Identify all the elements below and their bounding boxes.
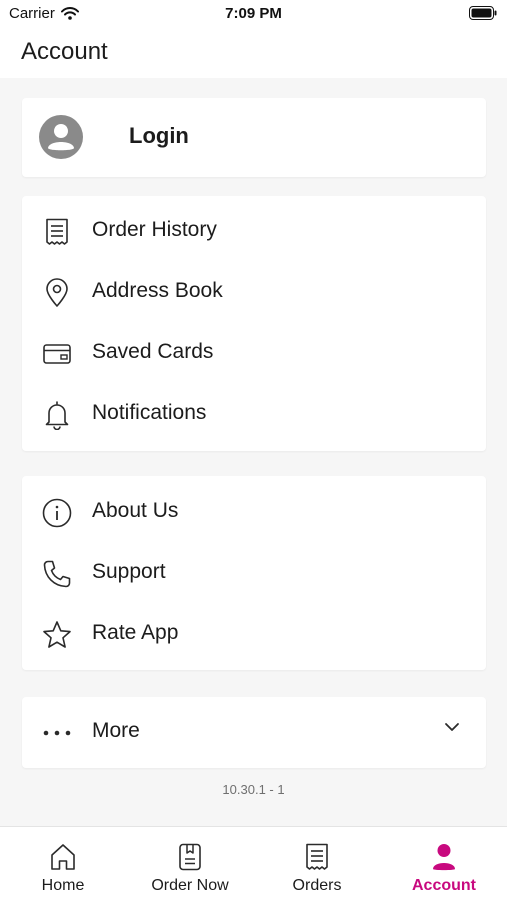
menu-book-icon (179, 843, 201, 871)
more-label: More (92, 719, 140, 742)
header: Account (0, 28, 507, 78)
app-version: 10.30.1 - 1 (222, 782, 285, 797)
info-icon (42, 498, 72, 528)
notifications-item[interactable]: Notifications (22, 390, 486, 440)
page-title: Account (21, 38, 108, 65)
support-item[interactable]: Support (22, 549, 486, 599)
credit-card-icon (42, 339, 72, 369)
more-item[interactable]: More (22, 708, 486, 758)
address-book-item[interactable]: Address Book (22, 268, 486, 318)
order-history-item[interactable]: Order History (22, 207, 486, 257)
tab-bar: Home Order Now Orders Account (0, 826, 507, 900)
saved-cards-label: Saved Cards (92, 340, 214, 363)
rate-app-label: Rate App (92, 621, 179, 644)
ellipsis-icon (42, 718, 72, 748)
support-label: Support (92, 560, 166, 583)
tab-home[interactable]: Home (0, 827, 126, 900)
login-label: Login (129, 123, 189, 148)
tab-orders-label: Orders (292, 877, 342, 894)
clock: 7:09 PM (225, 5, 282, 22)
battery-icon (469, 6, 497, 20)
tab-home-label: Home (41, 877, 85, 894)
receipt-icon (42, 217, 72, 247)
menu-group-info: About Us Support Rate App (22, 476, 486, 670)
login-card[interactable]: Login (22, 98, 486, 177)
receipt-icon (306, 843, 328, 870)
phone-icon (42, 559, 72, 589)
rate-app-item[interactable]: Rate App (22, 610, 486, 660)
home-icon (51, 844, 75, 870)
more-card[interactable]: More (22, 697, 486, 768)
about-us-label: About Us (92, 499, 179, 522)
saved-cards-item[interactable]: Saved Cards (22, 329, 486, 379)
person-icon (433, 844, 455, 871)
chevron-down-icon[interactable] (444, 722, 460, 732)
notifications-label: Notifications (92, 401, 207, 424)
tab-order-now-label: Order Now (151, 877, 229, 894)
menu-group-account: Order History Address Book Saved Cards N… (22, 196, 486, 451)
account-screen: Carrier 7:09 PM Account Login Order Hist… (0, 0, 507, 900)
about-us-item[interactable]: About Us (22, 488, 486, 538)
bell-icon (42, 400, 72, 430)
status-bar: Carrier 7:09 PM (0, 0, 507, 28)
avatar-icon (39, 115, 83, 159)
tab-account[interactable]: Account (381, 827, 507, 900)
tab-order-now[interactable]: Order Now (127, 827, 253, 900)
address-book-label: Address Book (92, 279, 223, 302)
location-pin-icon (42, 278, 72, 308)
order-history-label: Order History (92, 218, 217, 241)
star-icon (42, 620, 72, 650)
tab-account-label: Account (412, 877, 476, 894)
tab-orders[interactable]: Orders (254, 827, 380, 900)
